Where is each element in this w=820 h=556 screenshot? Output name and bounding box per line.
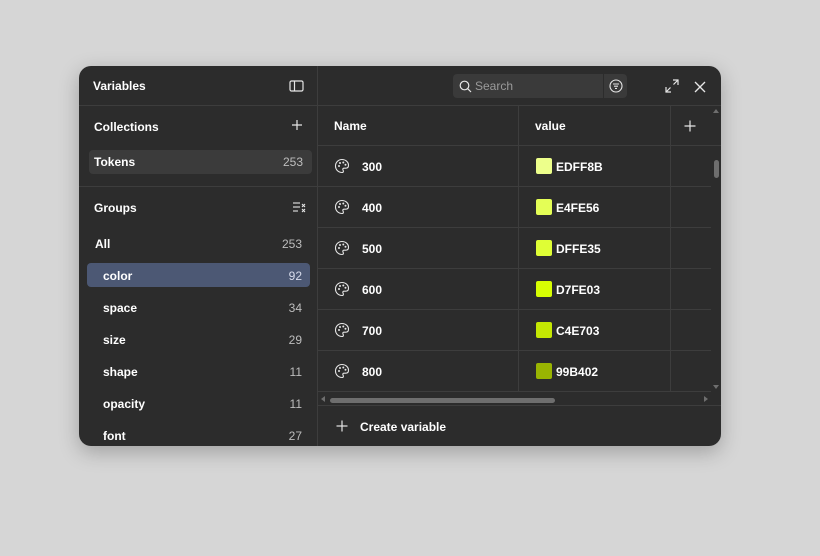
variable-name[interactable]: 700	[362, 324, 382, 338]
section-divider	[79, 186, 318, 187]
group-label: opacity	[103, 397, 146, 411]
table-row[interactable]: 800 99B402	[318, 351, 711, 392]
sidebar: Variables Collections Tokens 253 Groups …	[79, 66, 318, 446]
group-item-font[interactable]: font 27	[87, 423, 310, 446]
group-count: 92	[288, 269, 302, 283]
vertical-scroll-thumb[interactable]	[714, 160, 719, 178]
variable-name[interactable]: 500	[362, 242, 382, 256]
color-swatch[interactable]	[536, 363, 552, 379]
create-variable-label: Create variable	[360, 420, 447, 434]
group-item-all[interactable]: All 253	[87, 231, 310, 255]
collection-label: Tokens	[94, 155, 136, 169]
panel-title: Variables	[93, 79, 146, 93]
group-count: 27	[288, 429, 302, 443]
group-label: size	[103, 333, 126, 347]
palette-icon	[334, 322, 350, 338]
sidebar-panel-icon[interactable]	[289, 79, 305, 93]
table-row[interactable]: 700 C4E703	[318, 310, 711, 351]
collections-title: Collections	[94, 120, 159, 134]
palette-icon	[334, 240, 350, 256]
create-variable-button[interactable]: Create variable	[318, 406, 721, 446]
groups-title: Groups	[94, 201, 137, 215]
horizontal-scroll-thumb[interactable]	[330, 398, 555, 403]
collection-item-tokens[interactable]: Tokens 253	[89, 150, 312, 174]
table-row[interactable]: 600 D7FE03	[318, 269, 711, 310]
group-count: 34	[288, 301, 302, 315]
expand-icon[interactable]	[665, 79, 679, 93]
variables-table-area: Name value 300 EDFF8B 400 E4FE56 500 DFFE35 60…	[318, 66, 721, 446]
group-label: color	[103, 269, 133, 283]
close-icon[interactable]	[693, 80, 706, 93]
group-item-shape[interactable]: shape 11	[87, 359, 310, 383]
color-swatch[interactable]	[536, 199, 552, 215]
add-column-icon[interactable]	[683, 119, 697, 133]
search-icon	[458, 79, 472, 93]
palette-icon	[334, 199, 350, 215]
color-swatch[interactable]	[536, 281, 552, 297]
group-item-opacity[interactable]: opacity 11	[87, 391, 310, 415]
group-item-color[interactable]: color 92	[87, 263, 310, 287]
variable-name[interactable]: 800	[362, 365, 382, 379]
group-label: shape	[103, 365, 138, 379]
table-header: Name value	[318, 106, 721, 146]
group-count: 11	[289, 397, 302, 411]
table-row[interactable]: 400 E4FE56	[318, 187, 711, 228]
collection-count: 253	[282, 155, 303, 169]
variable-value[interactable]: D7FE03	[556, 283, 600, 297]
palette-icon	[334, 281, 350, 297]
variable-value[interactable]: C4E703	[556, 324, 599, 338]
color-swatch[interactable]	[536, 322, 552, 338]
vertical-scrollbar[interactable]	[711, 106, 721, 392]
group-count: 253	[281, 237, 302, 251]
variable-value[interactable]: 99B402	[556, 365, 598, 379]
variable-value[interactable]: E4FE56	[556, 201, 599, 215]
column-header-name[interactable]: Name	[334, 119, 367, 133]
palette-icon	[334, 158, 350, 174]
variable-value[interactable]: EDFF8B	[556, 160, 603, 174]
group-item-space[interactable]: space 34	[87, 295, 310, 319]
sort-list-icon[interactable]	[291, 200, 307, 214]
group-count: 11	[289, 365, 302, 379]
panel-header: Variables	[79, 66, 318, 106]
group-label: All	[95, 237, 111, 251]
toolbar	[318, 66, 721, 106]
column-header-value[interactable]: value	[535, 119, 566, 133]
group-label: font	[103, 429, 126, 443]
group-label: space	[103, 301, 138, 315]
group-count: 29	[288, 333, 302, 347]
search-input[interactable]	[475, 74, 601, 98]
variable-name[interactable]: 300	[362, 160, 382, 174]
variable-name[interactable]: 600	[362, 283, 382, 297]
table-row[interactable]: 500 DFFE35	[318, 228, 711, 269]
add-collection-icon[interactable]	[290, 118, 304, 132]
palette-icon	[334, 363, 350, 379]
search-box	[453, 74, 627, 98]
variable-name[interactable]: 400	[362, 201, 382, 215]
color-swatch[interactable]	[536, 158, 552, 174]
filter-icon[interactable]	[603, 74, 627, 98]
color-swatch[interactable]	[536, 240, 552, 256]
group-item-size[interactable]: size 29	[87, 327, 310, 351]
variable-value[interactable]: DFFE35	[556, 242, 601, 256]
variables-panel: Variables Collections Tokens 253 Groups …	[79, 66, 721, 446]
plus-icon	[335, 419, 348, 432]
table-row[interactable]: 300 EDFF8B	[318, 146, 711, 187]
